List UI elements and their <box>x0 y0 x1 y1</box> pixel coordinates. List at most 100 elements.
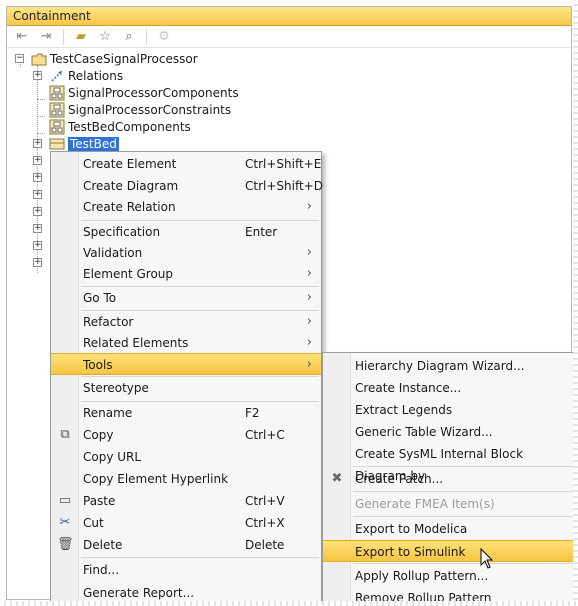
chevron-right-icon: › <box>306 266 312 281</box>
menu-separator <box>353 516 573 517</box>
submenu-item-export-modelica[interactable]: Export to Modelica <box>323 518 575 540</box>
tree-item-signalprocessorconstraints[interactable]: SignalProcessorConstraints <box>49 101 231 118</box>
panel-title: Containment <box>7 7 571 26</box>
mouse-cursor-icon <box>480 548 494 569</box>
containment-toolbar: ⇤ ⇥ ▰ ☆ ⌕ ⚙ <box>7 26 571 48</box>
expand-all-icon[interactable]: ⇥ <box>37 28 55 46</box>
context-menu: Create Element Ctrl+Shift+E Create Diagra… <box>50 151 323 606</box>
menu-item-label: Create Relation <box>83 200 176 214</box>
tree-guide <box>37 133 45 134</box>
menu-item-copy-url[interactable]: Copy URL <box>51 446 321 468</box>
package-icon <box>49 102 65 118</box>
menu-item-label: Export to Modelica <box>355 522 468 536</box>
menu-item-label: Extract Legends <box>355 403 453 417</box>
menu-item-find[interactable]: Find... <box>51 559 321 581</box>
menu-item-stereotype[interactable]: Stereotype <box>51 377 321 399</box>
menu-item-label: Create Element <box>83 157 177 171</box>
tree-expander[interactable]: + <box>33 241 42 250</box>
relations-icon <box>49 68 65 84</box>
tree-expander[interactable]: + <box>33 139 42 148</box>
menu-separator <box>353 491 573 492</box>
submenu-item-create-instance[interactable]: Create Instance... <box>323 377 575 399</box>
menu-item-shortcut: Delete <box>245 538 285 552</box>
menu-item-cut[interactable]: ✂ Cut Ctrl+X <box>51 512 321 534</box>
open-folder-icon[interactable]: ▰ <box>72 28 90 46</box>
menu-item-shortcut: F2 <box>245 406 260 420</box>
submenu-item-hierarchy-diagram-wizard[interactable]: Hierarchy Diagram Wizard... <box>323 355 575 377</box>
submenu-item-export-simulink[interactable]: Export to Simulink <box>323 540 575 562</box>
submenu-item-extract-legends[interactable]: Extract Legends <box>323 399 575 421</box>
menu-item-label: Find... <box>83 563 120 577</box>
submenu-item-generic-table-wizard[interactable]: Generic Table Wizard... <box>323 421 575 443</box>
tree-item-label: TestBedComponents <box>68 119 191 134</box>
chevron-right-icon: › <box>306 245 312 260</box>
tree-guide <box>37 116 45 117</box>
menu-item-shortcut: Ctrl+X <box>245 516 285 530</box>
tree-item-label: Relations <box>68 68 124 83</box>
delete-icon: 🗑 <box>57 537 74 552</box>
menu-item-delete[interactable]: 🗑 Delete Delete <box>51 534 321 556</box>
toolbar-separator <box>63 28 64 45</box>
menu-item-copy[interactable]: ⧉ Copy Ctrl+C <box>51 424 321 446</box>
tree-item-label-selected: TestBed <box>68 136 119 151</box>
tree-expander[interactable]: + <box>33 207 42 216</box>
tree-expander[interactable]: + <box>33 71 42 80</box>
menu-item-label: Related Elements <box>83 336 189 350</box>
tree-expander[interactable]: + <box>33 190 42 199</box>
submenu-item-generate-fmea: Generate FMEA Item(s) <box>323 493 575 515</box>
menu-item-label: Create Diagram <box>83 179 179 193</box>
menu-item-related-elements[interactable]: Related Elements › <box>51 332 321 354</box>
package-icon <box>31 51 47 67</box>
menu-item-validation[interactable]: Validation › <box>51 242 321 264</box>
menu-item-create-element[interactable]: Create Element Ctrl+Shift+E <box>51 153 321 175</box>
search-icon[interactable]: ⌕ <box>120 28 138 46</box>
menu-item-create-diagram[interactable]: Create Diagram Ctrl+Shift+D <box>51 175 323 197</box>
tree-item-testbed[interactable]: TestBed <box>49 135 119 152</box>
menu-item-label: Delete <box>83 538 123 552</box>
menu-item-label: Element Group <box>83 267 174 281</box>
menu-item-label: Copy URL <box>83 450 142 464</box>
torn-edge <box>0 601 578 606</box>
menu-item-specification[interactable]: Specification Enter <box>51 221 321 243</box>
tree-expander[interactable]: + <box>33 156 42 165</box>
tree-expander[interactable]: + <box>33 224 42 233</box>
menu-item-label: Export to Simulink <box>355 545 466 559</box>
menu-item-label: Stereotype <box>83 381 149 395</box>
menu-item-label: Copy <box>83 428 114 442</box>
submenu-item-create-sysml-ibd[interactable]: Create SysML Internal Block Diagram by <box>323 443 575 483</box>
tree-root-label: TestCaseSignalProcessor <box>50 51 198 66</box>
chevron-right-icon: › <box>306 335 312 350</box>
star-icon[interactable]: ☆ <box>96 28 114 46</box>
tree-item-label: SignalProcessorComponents <box>68 85 239 100</box>
submenu-item-apply-rollup-pattern[interactable]: Apply Rollup Pattern... <box>323 565 575 587</box>
tree-item-signalprocessorcomponents[interactable]: SignalProcessorComponents <box>49 84 239 101</box>
menu-item-refactor[interactable]: Refactor › <box>51 311 321 333</box>
menu-item-tools[interactable]: Tools › <box>51 353 321 375</box>
package-icon <box>49 85 65 101</box>
menu-item-create-relation[interactable]: Create Relation › <box>51 196 321 218</box>
tree-root-node[interactable]: TestCaseSignalProcessor <box>31 50 198 67</box>
tree-item-testbedcomponents[interactable]: TestBedComponents <box>49 118 191 135</box>
tree-expander[interactable]: + <box>33 173 42 182</box>
tree-expander[interactable]: − <box>15 54 24 63</box>
menu-item-label: Cut <box>83 516 104 530</box>
menu-item-shortcut: Enter <box>245 225 278 239</box>
tree-expander[interactable]: + <box>33 258 42 267</box>
collapse-all-icon[interactable]: ⇤ <box>13 28 31 46</box>
menu-item-shortcut: Ctrl+C <box>245 428 285 442</box>
menu-item-rename[interactable]: Rename F2 <box>51 402 321 424</box>
menu-item-label: Paste <box>83 494 116 508</box>
package-icon <box>49 119 65 135</box>
menu-item-element-group[interactable]: Element Group › <box>51 263 321 285</box>
submenu-item-create-patch[interactable]: ✖ Create Patch... <box>323 468 575 490</box>
menu-item-copy-element-hyperlink[interactable]: Copy Element Hyperlink <box>51 468 321 490</box>
toolbar-separator <box>146 28 147 45</box>
menu-item-label: Validation <box>83 246 143 260</box>
tools-submenu: Hierarchy Diagram Wizard... Create Insta… <box>322 352 576 606</box>
menu-item-paste[interactable]: ▭ Paste Ctrl+V <box>51 490 321 512</box>
cut-icon: ✂ <box>59 515 71 530</box>
tree-item-relations[interactable]: Relations <box>49 67 123 84</box>
chevron-right-icon: › <box>306 290 312 305</box>
menu-item-label: Generic Table Wizard... <box>355 425 493 439</box>
menu-item-go-to[interactable]: Go To › <box>51 287 321 309</box>
